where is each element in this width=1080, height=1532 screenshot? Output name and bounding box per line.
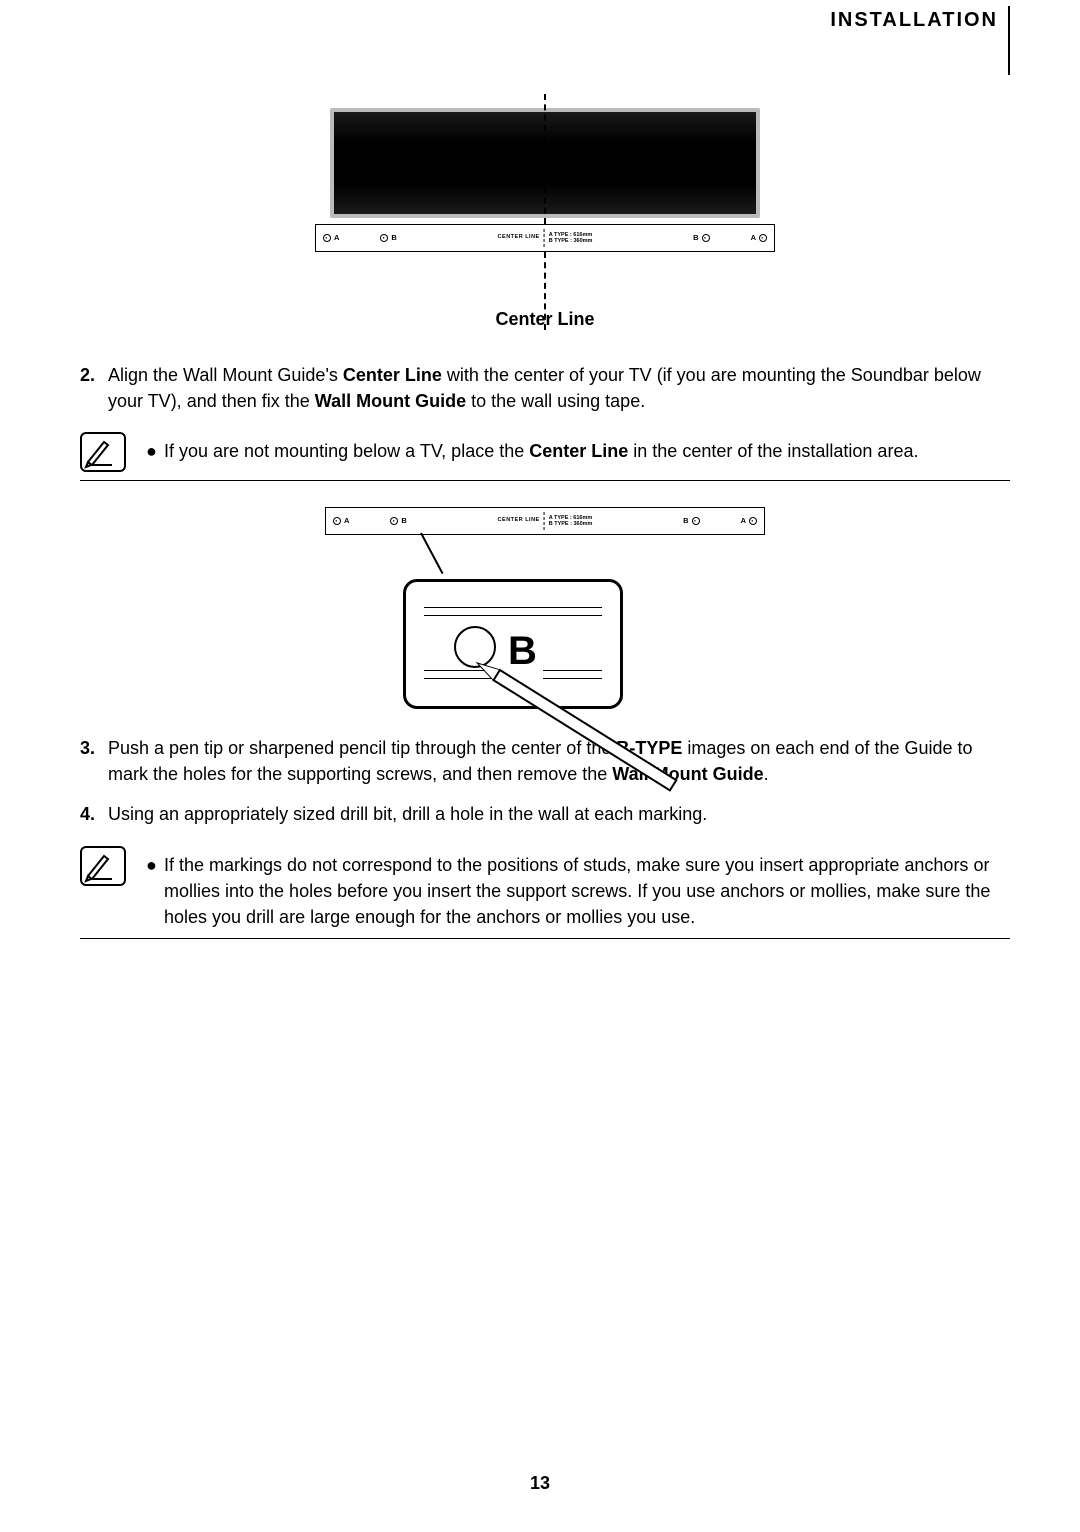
hole-marker bbox=[702, 234, 710, 242]
hole-marker bbox=[749, 517, 757, 525]
note-icon bbox=[80, 846, 126, 886]
step-bold: Center Line bbox=[343, 365, 442, 385]
guide-type-b: B TYPE : 360mm bbox=[549, 521, 593, 527]
step-text: . bbox=[764, 764, 769, 784]
center-line-dashed bbox=[544, 252, 546, 330]
guide-type-b: B TYPE : 360mm bbox=[549, 238, 593, 244]
separator bbox=[80, 938, 1010, 939]
step-number: 2. bbox=[80, 362, 108, 414]
guide-center-label: CENTER LINE bbox=[498, 517, 540, 525]
note-icon bbox=[80, 432, 126, 472]
step-2: 2. Align the Wall Mount Guide's Center L… bbox=[80, 362, 1010, 414]
figure-tv-alignment: A B CENTER LINE A TYPE : 616mm B TYPE : … bbox=[315, 108, 775, 252]
guide-label-b: B bbox=[401, 516, 406, 527]
section-title: INSTALLATION bbox=[830, 6, 1010, 75]
wall-mount-guide-strip: A B CENTER LINE A TYPE : 616mm B TYPE : … bbox=[325, 507, 765, 535]
bullet-dot: ● bbox=[146, 852, 164, 930]
callout-box: B bbox=[403, 579, 623, 709]
hole-marker bbox=[323, 234, 331, 242]
guide-label-a: A bbox=[751, 233, 756, 244]
note-block: ● If the markings do not correspond to t… bbox=[80, 846, 1010, 930]
wall-mount-guide-strip: A B CENTER LINE A TYPE : 616mm B TYPE : … bbox=[315, 224, 775, 252]
hole-marker bbox=[333, 517, 341, 525]
step-3: 3. Push a pen tip or sharpened pencil ti… bbox=[80, 735, 1010, 787]
step-number: 3. bbox=[80, 735, 108, 787]
guide-label-b: B bbox=[683, 516, 688, 527]
step-text: to the wall using tape. bbox=[466, 391, 645, 411]
figure-pencil-mark: A B CENTER LINE A TYPE : 616mm B TYPE : … bbox=[315, 507, 775, 709]
note-bold: Center Line bbox=[529, 441, 628, 461]
guide-label-b: B bbox=[693, 233, 698, 244]
note-text: in the center of the installation area. bbox=[628, 441, 918, 461]
callout-line bbox=[420, 533, 443, 575]
hole-marker bbox=[692, 517, 700, 525]
guide-label-b: B bbox=[391, 233, 396, 244]
center-line-dashed bbox=[544, 94, 546, 224]
step-number: 4. bbox=[80, 801, 108, 827]
note-block: ● If you are not mounting below a TV, pl… bbox=[80, 432, 1010, 472]
hole-marker bbox=[759, 234, 767, 242]
separator bbox=[80, 480, 1010, 481]
guide-center-label: CENTER LINE bbox=[498, 234, 540, 242]
guide-label-a: A bbox=[741, 516, 746, 527]
page-number: 13 bbox=[0, 1470, 1080, 1496]
note-text: If you are not mounting below a TV, plac… bbox=[164, 441, 529, 461]
step-text: Using an appropriately sized drill bit, … bbox=[108, 801, 1010, 827]
step-4: 4. Using an appropriately sized drill bi… bbox=[80, 801, 1010, 827]
guide-label-a: A bbox=[334, 233, 339, 244]
step-text: Align the Wall Mount Guide's bbox=[108, 365, 343, 385]
step-text: Push a pen tip or sharpened pencil tip t… bbox=[108, 738, 616, 758]
guide-label-a: A bbox=[344, 516, 349, 527]
hole-marker bbox=[390, 517, 398, 525]
step-bold: Wall Mount Guide bbox=[315, 391, 466, 411]
bullet-dot: ● bbox=[146, 438, 164, 464]
hole-marker bbox=[380, 234, 388, 242]
note-text: If the markings do not correspond to the… bbox=[164, 852, 1010, 930]
